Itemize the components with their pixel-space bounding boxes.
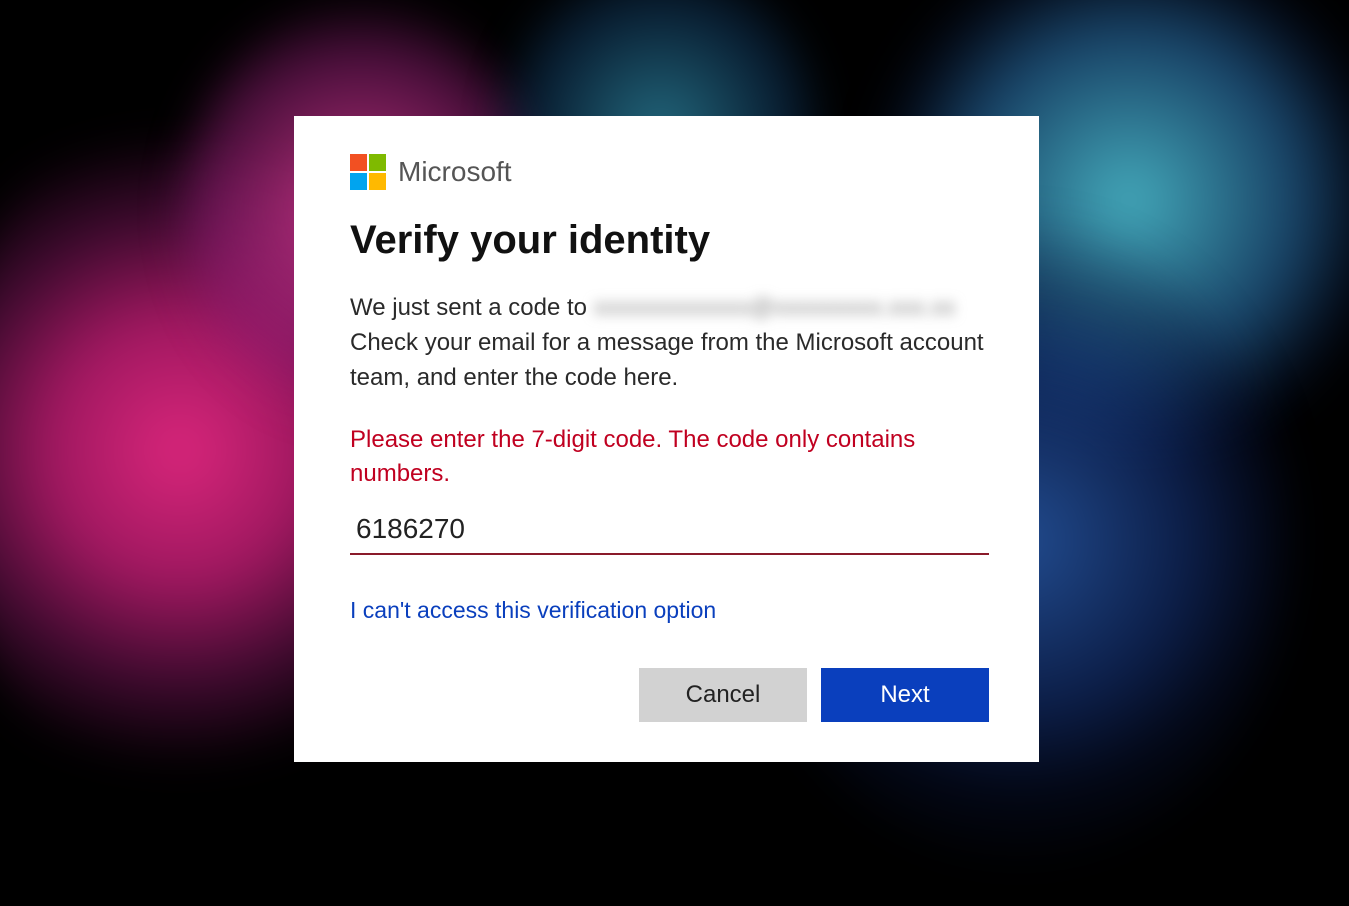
cancel-button[interactable]: Cancel xyxy=(639,668,807,722)
button-row: Cancel Next xyxy=(350,668,989,722)
error-message: Please enter the 7-digit code. The code … xyxy=(350,423,989,490)
brand-header: Microsoft xyxy=(350,154,989,190)
microsoft-logo-icon xyxy=(350,154,386,190)
masked-email: xxxxxxxxxxxxx@xxxxxxxxx.xxx.xx xyxy=(594,291,956,326)
brand-name: Microsoft xyxy=(398,156,512,188)
verify-identity-dialog: Microsoft Verify your identity We just s… xyxy=(294,116,1039,762)
cant-access-link[interactable]: I can't access this verification option xyxy=(350,597,716,624)
info-prefix: We just sent a code to xyxy=(350,294,594,321)
next-button[interactable]: Next xyxy=(821,668,989,722)
dialog-heading: Verify your identity xyxy=(350,218,989,263)
code-input[interactable] xyxy=(350,509,989,555)
info-suffix: Check your email for a message from the … xyxy=(350,329,984,391)
info-text: We just sent a code to xxxxxxxxxxxxx@xxx… xyxy=(350,291,989,395)
